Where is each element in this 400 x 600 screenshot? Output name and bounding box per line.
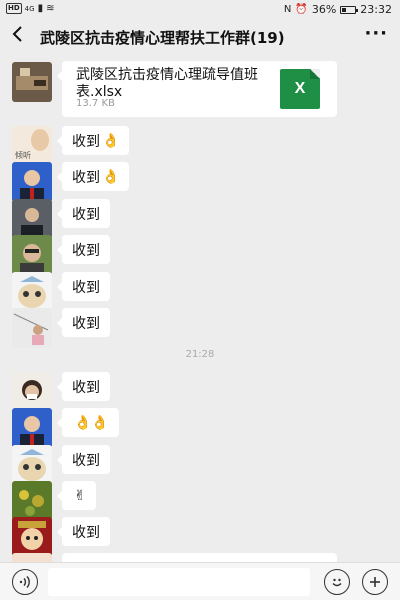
avatar[interactable] [12,481,52,521]
ok-hand-icon: 👌👌 [74,414,109,431]
message-text: 收到 [72,315,100,332]
message-bubble[interactable] [62,553,337,562]
message-input[interactable] [48,568,310,596]
ok-hand-icon: 👌 [102,168,120,185]
avatar[interactable] [12,235,52,275]
victory-hand-icon: ✌ [74,487,86,504]
message-bubble[interactable]: 收到 [57,372,110,401]
input-bar [0,562,400,600]
message-list[interactable]: 武陵区抗击疫情心理疏导值班表.xlsx 13.7 KB X 倾听 收到 👌 收到… [0,54,400,562]
more-dots-icon[interactable]: ··· [364,23,388,44]
chat-title: 武陵区抗击疫情心理帮扶工作群(19) [40,29,285,47]
avatar[interactable] [12,308,52,348]
message-text: 收到 [72,524,100,541]
nfc-icon: N [283,4,292,15]
battery-icon [340,5,359,14]
signal-bars-icon: ▮ [37,3,44,14]
plus-icon[interactable] [362,569,388,595]
avatar[interactable]: 倾听 [12,126,52,166]
message-text: 收到 [72,169,100,186]
message-bubble[interactable]: 收到 [57,199,110,228]
back-chevron-icon[interactable] [10,24,34,50]
avatar[interactable] [12,162,52,202]
svg-text:倾听: 倾听 [15,150,31,160]
message-text: 收到 [72,242,100,259]
message-bubble[interactable]: 收到 [57,235,110,264]
status-bar: HD 4G ▮ ≋ N ⏰ 36% 23:32 [0,0,400,20]
message-text: 收到 [72,452,100,469]
avatar[interactable] [12,408,52,448]
avatar[interactable] [12,199,52,239]
excel-file-icon: X [280,69,320,109]
file-name: 武陵区抗击疫情心理疏导值班表.xlsx [76,67,258,100]
chat-header: 武陵区抗击疫情心理帮扶工作群(19) ··· [0,20,400,54]
message-bubble[interactable]: 收到 [57,308,110,337]
message-bubble[interactable]: 👌👌 [57,408,119,437]
signal-type: 4G [24,4,35,13]
emoji-icon[interactable] [324,569,350,595]
message-bubble[interactable]: 收到 👌 [56,126,130,155]
message-text: 收到 [72,133,100,150]
clock: 23:32 [360,3,392,16]
battery-percent: 36% [311,3,337,16]
avatar[interactable] [12,372,52,412]
file-size: 13.7 KB [76,98,115,109]
avatar[interactable] [12,272,52,312]
avatar[interactable] [12,553,52,562]
timestamp: 21:28 [185,349,215,360]
message-bubble[interactable]: 收到 [57,517,110,546]
avatar[interactable] [12,517,52,557]
message-bubble[interactable]: 收到 [57,445,110,474]
file-message-card[interactable]: 武陵区抗击疫情心理疏导值班表.xlsx 13.7 KB X [57,61,337,117]
message-bubble[interactable]: 收到 [57,272,110,301]
message-bubble[interactable]: 收到 👌 [56,162,130,191]
ok-hand-icon: 👌 [102,132,120,149]
message-text: 收到 [72,379,100,396]
wifi-icon: ≋ [46,3,55,14]
voice-icon[interactable] [12,569,38,595]
message-bubble[interactable]: ✌ [57,481,96,510]
hd-network-badge: HD [6,3,22,14]
avatar[interactable] [12,62,52,102]
message-text: 收到 [72,279,100,296]
alarm-icon: ⏰ [295,4,308,15]
message-text: 收到 [72,206,100,223]
avatar[interactable] [12,445,52,485]
